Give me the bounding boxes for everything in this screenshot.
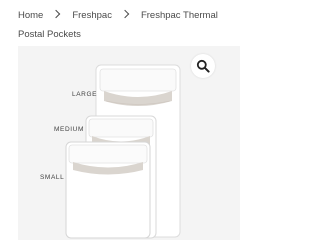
chevron-right-icon (120, 9, 130, 19)
zoom-button[interactable] (191, 54, 215, 78)
medium-size-label: MEDIUM (54, 126, 84, 133)
breadcrumb-home-link[interactable]: Home (18, 10, 43, 21)
small-pocket-image (65, 141, 151, 239)
small-size-label: SMALL (40, 174, 65, 181)
breadcrumb: Home Freshpac Freshpac Thermal Postal Pock… (18, 6, 240, 44)
breadcrumb-current: Freshpac Thermal Postal Pockets (18, 10, 218, 40)
product-image-gallery[interactable]: LARGE MEDIUM SMALL (18, 46, 240, 240)
chevron-right-icon (52, 9, 61, 19)
magnifier-icon (196, 59, 210, 73)
large-size-label: LARGE (72, 91, 98, 98)
breadcrumb-freshpac-link[interactable]: Freshpac (72, 10, 112, 21)
